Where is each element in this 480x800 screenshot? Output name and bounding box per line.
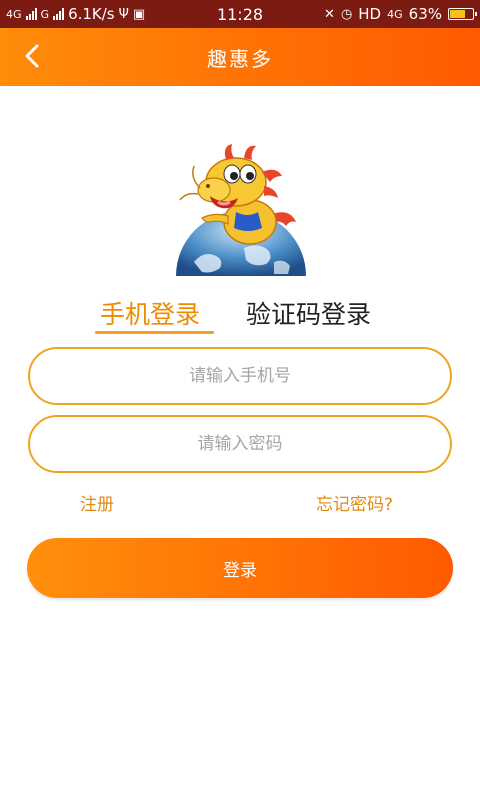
tab-code-login[interactable]: 验证码登录 xyxy=(246,295,371,331)
login-button[interactable]: 登录 xyxy=(27,538,453,598)
clock: 11:28 xyxy=(216,5,264,24)
status-bar: 4G G 6.1K/s Ψ ▣ 11:28 ✕ ◷ HD 4G 63% xyxy=(0,0,480,28)
register-link[interactable]: 注册 xyxy=(80,490,114,515)
password-field-container xyxy=(28,415,452,473)
login-tabs: 手机登录 验证码登录 xyxy=(0,295,480,335)
page-title: 趣惠多 xyxy=(207,46,273,71)
app-header: 趣惠多 xyxy=(0,28,480,86)
active-tab-indicator xyxy=(95,331,214,334)
chevron-left-icon xyxy=(25,44,39,68)
phone-input[interactable] xyxy=(30,348,450,404)
phone-field-container xyxy=(28,347,452,405)
back-button[interactable] xyxy=(16,40,48,72)
tab-phone-login[interactable]: 手机登录 xyxy=(100,295,200,331)
password-input[interactable] xyxy=(30,416,450,472)
dragon-mascot-logo xyxy=(176,144,306,276)
forgot-password-link[interactable]: 忘记密码? xyxy=(316,490,393,515)
battery-icon xyxy=(448,8,477,20)
